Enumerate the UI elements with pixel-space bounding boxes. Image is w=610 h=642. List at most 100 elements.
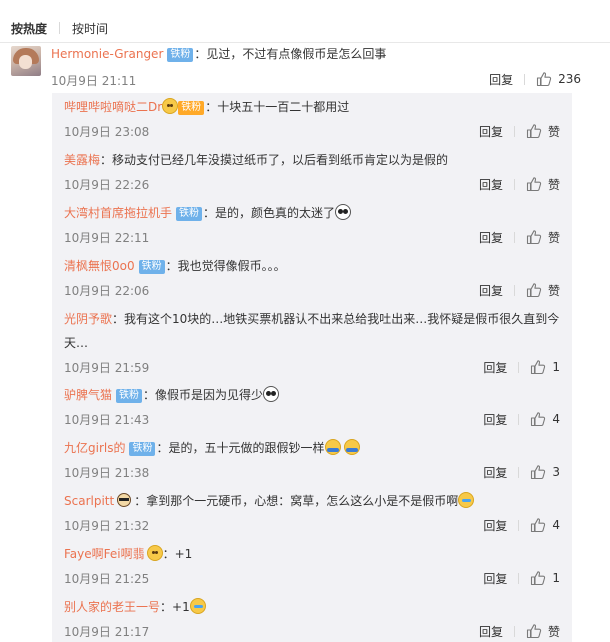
reply-time: 10月9日 21:17 bbox=[64, 625, 150, 639]
like-count: 1 bbox=[552, 571, 560, 585]
reply-username[interactable]: 哔哩哔啦嘀哒二Dr bbox=[64, 100, 162, 114]
reply-username[interactable]: 美露梅 bbox=[64, 153, 100, 167]
reply-text: ：像假币是因为见得少 bbox=[143, 388, 264, 402]
reply-text: ：移动支付已经几年没摸过纸币了，以后看到纸币肯定以为是假的 bbox=[100, 153, 449, 167]
like-count: 236 bbox=[558, 72, 581, 86]
thumbs-up-icon[interactable] bbox=[530, 464, 546, 480]
comment-username[interactable]: Hermonie-Granger bbox=[51, 47, 163, 61]
like-count: 赞 bbox=[547, 624, 560, 639]
reply-text: ：+1 bbox=[160, 600, 190, 614]
reply-item: 哔哩哔啦嘀哒二Dr 铁粉 ：十块五十一百二十都用过 10月9日 23:08 回复 赞 bbox=[64, 98, 560, 142]
thumbs-up-icon[interactable] bbox=[536, 71, 552, 87]
reply-button[interactable]: 回复 bbox=[483, 517, 507, 534]
header-divider bbox=[0, 42, 610, 43]
reply-time: 10月9日 21:25 bbox=[64, 572, 150, 586]
reply-time: 10月9日 22:06 bbox=[64, 284, 150, 298]
thumbs-up-icon[interactable] bbox=[526, 229, 542, 245]
comment-time: 10月9日 21:11 bbox=[51, 74, 137, 88]
like-count: 4 bbox=[552, 518, 560, 532]
reply-item: 大湾村首席拖拉机手 铁粉 ：是的，颜色真的太迷了 10月9日 22:11 回复 赞 bbox=[64, 204, 560, 248]
reply-time: 10月9日 21:59 bbox=[64, 361, 150, 375]
vip-face-icon bbox=[162, 98, 179, 114]
reply-button[interactable]: 回复 bbox=[479, 282, 503, 299]
vip-face-icon bbox=[146, 545, 163, 561]
reply-button[interactable]: 回复 bbox=[483, 570, 507, 587]
main-comment: Hermonie-Granger 铁粉 ：见过，不过有点像假币是怎么回事 10月9日… bbox=[51, 45, 581, 90]
reply-button[interactable]: 回复 bbox=[483, 411, 507, 428]
panda-icon bbox=[263, 386, 280, 402]
reply-button[interactable]: 回复 bbox=[479, 176, 503, 193]
thumbs-up-icon[interactable] bbox=[526, 623, 542, 639]
reply-text: ：我也觉得像假币。。。 bbox=[165, 259, 286, 273]
avatar[interactable] bbox=[11, 46, 41, 76]
fan-badge[interactable]: 铁粉 bbox=[129, 442, 156, 456]
reply-time: 10月9日 22:26 bbox=[64, 178, 150, 192]
reply-text: ：是的，五十元做的跟假钞一样 bbox=[156, 441, 325, 455]
reply-time: 10月9日 21:38 bbox=[64, 466, 150, 480]
replies-panel: 哔哩哔啦嘀哒二Dr 铁粉 ：十块五十一百二十都用过 10月9日 23:08 回复赞 … bbox=[52, 93, 572, 642]
reply-text: ：我有这个10块的…地铁买票机器认不出来总给我吐出来…我怀疑是假币很久直到今 bbox=[112, 312, 560, 326]
reply-time: 10月9日 21:43 bbox=[64, 413, 150, 427]
thumbs-up-icon[interactable] bbox=[526, 123, 542, 139]
reply-item: 清枫無恨0o0 铁粉 ：我也觉得像假币。。。 10月9日 22:06 回复 赞 bbox=[64, 257, 560, 301]
reply-text: ：十块五十一百二十都用过 bbox=[205, 100, 350, 114]
reply-button[interactable]: 回复 bbox=[479, 123, 503, 140]
reply-time: 10月9日 22:11 bbox=[64, 231, 150, 245]
sort-by-hot-tab[interactable]: 按热度 bbox=[11, 20, 47, 37]
fan-badge[interactable]: 铁粉 bbox=[138, 260, 165, 274]
reply-username[interactable]: 别人家的老王一号 bbox=[64, 600, 160, 614]
reply-button[interactable]: 回复 bbox=[479, 229, 503, 246]
reply-item: 美露梅：移动支付已经几年没摸过纸币了，以后看到纸币肯定以为是假的 10月9日 2… bbox=[64, 151, 560, 195]
like-count: 赞 bbox=[547, 124, 560, 139]
reply-username[interactable]: 九亿girls的 bbox=[64, 441, 125, 455]
cry-laugh-icon bbox=[189, 598, 206, 614]
like-count: 赞 bbox=[547, 177, 560, 192]
reply-button[interactable]: 回复 bbox=[489, 71, 513, 88]
reply-text: ：+1 bbox=[162, 547, 193, 561]
sort-by-time-tab[interactable]: 按时间 bbox=[72, 20, 108, 37]
reply-text-continued: 天… bbox=[64, 336, 89, 350]
thumbs-up-icon[interactable] bbox=[530, 411, 546, 427]
hug-icon bbox=[324, 439, 341, 455]
sunglasses-icon bbox=[117, 493, 132, 507]
reply-username[interactable]: Faye啊Fei啊翡 bbox=[64, 547, 145, 561]
like-count: 1 bbox=[552, 360, 560, 374]
sort-divider bbox=[59, 22, 61, 34]
fan-badge[interactable]: 铁粉 bbox=[178, 101, 205, 115]
reply-time: 10月9日 23:08 bbox=[64, 125, 150, 139]
reply-button[interactable]: 回复 bbox=[483, 359, 507, 376]
reply-button[interactable]: 回复 bbox=[483, 464, 507, 481]
reply-item: 光阴予歌：我有这个10块的…地铁买票机器认不出来总给我吐出来…我怀疑是假币很久直… bbox=[64, 310, 560, 378]
reply-button[interactable]: 回复 bbox=[479, 623, 503, 640]
thumbs-up-icon[interactable] bbox=[526, 176, 542, 192]
thumbs-up-icon[interactable] bbox=[530, 570, 546, 586]
reply-username[interactable]: 光阴予歌 bbox=[64, 312, 112, 326]
sort-bar: 按热度 按时间 bbox=[11, 19, 108, 37]
reply-item: 驴脾气猫 铁粉 ：像假币是因为见得少 10月9日 21:43 回复 4 bbox=[64, 386, 560, 430]
reply-text: ：拿到那个一元硬币，心想：窝草，怎么这么小是不是假币啊 bbox=[134, 494, 459, 508]
like-count: 赞 bbox=[547, 283, 560, 298]
reply-time: 10月9日 21:32 bbox=[64, 519, 150, 533]
reply-username[interactable]: 驴脾气猫 bbox=[64, 388, 112, 402]
fan-badge[interactable]: 铁粉 bbox=[167, 48, 194, 62]
like-count: 3 bbox=[552, 465, 560, 479]
reply-item: Scarlpitt ：拿到那个一元硬币，心想：窝草，怎么这么小是不是假币啊 10月… bbox=[64, 492, 560, 536]
thumbs-up-icon[interactable] bbox=[530, 359, 546, 375]
fan-badge[interactable]: 铁粉 bbox=[176, 207, 203, 221]
thumbs-up-icon[interactable] bbox=[526, 282, 542, 298]
comment-text: ：见过，不过有点像假币是怎么回事 bbox=[194, 47, 387, 61]
reply-username[interactable]: Scarlpitt bbox=[64, 494, 114, 508]
fan-badge[interactable]: 铁粉 bbox=[116, 389, 143, 403]
like-count: 4 bbox=[552, 412, 560, 426]
thumbs-up-icon[interactable] bbox=[530, 517, 546, 533]
panda-icon bbox=[335, 204, 352, 220]
reply-text: ：是的，颜色真的太迷了 bbox=[203, 206, 336, 220]
cry-laugh-icon bbox=[458, 492, 475, 508]
reply-username[interactable]: 大湾村首席拖拉机手 bbox=[64, 206, 172, 220]
reply-username[interactable]: 清枫無恨0o0 bbox=[64, 259, 135, 273]
reply-item: 别人家的老王一号：+1 10月9日 21:17 回复 赞 bbox=[64, 598, 560, 642]
reply-item: Faye啊Fei啊翡 ：+1 10月9日 21:25 回复 1 bbox=[64, 545, 560, 589]
like-count: 赞 bbox=[547, 230, 560, 245]
hug-icon bbox=[343, 439, 360, 455]
reply-item: 九亿girls的 铁粉 ：是的，五十元做的跟假钞一样 10月9日 21:38 回复 3 bbox=[64, 439, 560, 483]
